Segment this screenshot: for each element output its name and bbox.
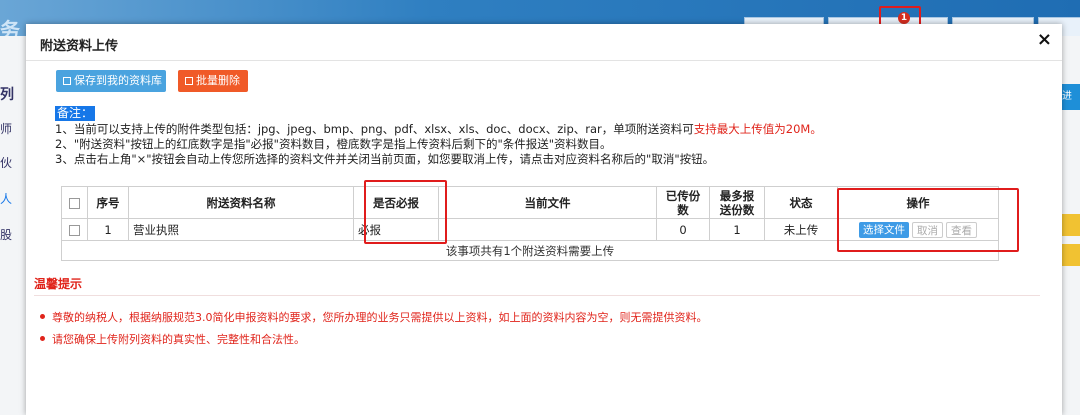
note-line-1: 1、当前可以支持上传的附件类型包括：jpg、jpeg、bmp、png、pdf、x… bbox=[55, 122, 822, 137]
bullet-icon bbox=[40, 314, 45, 319]
tips-divider bbox=[34, 295, 1040, 296]
title-divider bbox=[26, 60, 1062, 61]
background-sidebar: 列 师 伙 人 股 bbox=[0, 36, 27, 415]
tips-title: 温馨提示 bbox=[34, 277, 83, 291]
row-status: 未上传 bbox=[764, 218, 838, 241]
header-uploaded-l1: 已传份 bbox=[665, 188, 701, 203]
tip-item: 请您确保上传附列资料的真实性、完整性和合法性。 bbox=[40, 331, 305, 347]
row-select-cell[interactable] bbox=[61, 218, 88, 241]
row-max: 1 bbox=[709, 218, 765, 241]
header-max-l2: 送份数 bbox=[719, 202, 755, 217]
sidebar-fragment: 列 bbox=[0, 87, 14, 103]
row-seq: 1 bbox=[87, 218, 129, 241]
header-status: 状态 bbox=[764, 186, 838, 219]
dialog-title: 附送资料上传 bbox=[40, 39, 119, 54]
save-icon bbox=[63, 77, 71, 85]
row-uploaded: 0 bbox=[656, 218, 710, 241]
highlight-frame-actions bbox=[837, 188, 1019, 252]
row-checkbox[interactable] bbox=[69, 224, 80, 236]
header-seq: 序号 bbox=[87, 186, 129, 219]
select-all-checkbox[interactable] bbox=[69, 197, 80, 209]
batch-delete-label: 批量删除 bbox=[196, 74, 240, 87]
background-progress-button[interactable]: 进度 bbox=[1062, 84, 1080, 110]
sidebar-fragment: 股 bbox=[0, 228, 13, 242]
header-select-all[interactable] bbox=[61, 186, 88, 219]
row-name: 营业执照 bbox=[128, 218, 354, 241]
notes-label: 备注： bbox=[55, 106, 96, 121]
bullet-icon bbox=[40, 336, 45, 341]
tip-item: 尊敬的纳税人，根据纳服规范3.0简化申报资料的要求，您所办理的业务只需提供以上资… bbox=[40, 309, 708, 325]
header-name: 附送资料名称 bbox=[128, 186, 354, 219]
note-line-2: 2、"附送资料"按钮上的红底数字是指"必报"资料数目，橙底数字是指上传资料后剩下… bbox=[55, 137, 612, 151]
header-max-l1: 最多报 bbox=[719, 188, 755, 203]
notification-badge[interactable]: 1 bbox=[898, 12, 910, 24]
trash-icon bbox=[185, 77, 193, 85]
sidebar-fragment: 师 bbox=[0, 122, 13, 136]
note-line-3: 3、点击右上角"×"按钮会自动上传您所选择的资料文件并关闭当前页面，如您要取消上… bbox=[55, 152, 715, 166]
upload-dialog: 附送资料上传 × 保存到我的资料库 批量删除 备注： 1、当前可以支持上传的附件… bbox=[26, 24, 1062, 415]
header-max: 最多报 送份数 bbox=[709, 186, 765, 219]
sidebar-fragment: 伙 bbox=[0, 156, 13, 170]
sidebar-fragment: 人 bbox=[0, 192, 13, 206]
batch-delete-button[interactable]: 批量删除 bbox=[178, 70, 248, 92]
row-current-file bbox=[438, 218, 657, 241]
note-line-1-text: 1、当前可以支持上传的附件类型包括：jpg、jpeg、bmp、png、pdf、x… bbox=[55, 122, 694, 136]
save-to-library-button[interactable]: 保存到我的资料库 bbox=[56, 70, 166, 92]
close-icon[interactable]: × bbox=[1037, 30, 1052, 50]
tip-text: 请您确保上传附列资料的真实性、完整性和合法性。 bbox=[52, 333, 305, 346]
header-current-file: 当前文件 bbox=[438, 186, 657, 219]
background-yellow-bar bbox=[1062, 244, 1080, 266]
save-to-library-label: 保存到我的资料库 bbox=[74, 74, 162, 87]
background-yellow-bar bbox=[1062, 214, 1080, 236]
highlight-frame-required bbox=[364, 180, 447, 244]
tip-text: 尊敬的纳税人，根据纳服规范3.0简化申报资料的要求，您所办理的业务只需提供以上资… bbox=[52, 311, 708, 324]
header-uploaded: 已传份数 bbox=[656, 186, 710, 219]
header-uploaded-l2: 数 bbox=[677, 202, 689, 217]
note-line-1-highlight: 支持最大上传值为20M。 bbox=[693, 122, 822, 136]
